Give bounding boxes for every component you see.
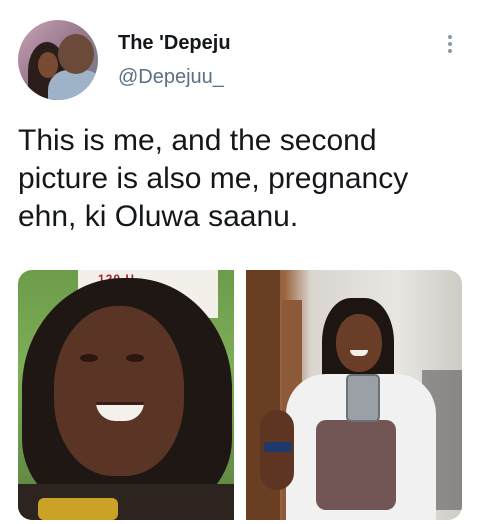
tweet-media: 120 H [18, 270, 462, 520]
more-options-icon[interactable] [440, 32, 460, 56]
tweet: The 'Depeju @Depejuu_ This is me, and th… [0, 0, 480, 524]
display-name[interactable]: The 'Depeju [118, 32, 231, 55]
tweet-photo-1[interactable]: 120 H [18, 270, 234, 520]
user-handle[interactable]: @Depejuu_ [118, 66, 224, 89]
tweet-photo-2[interactable] [246, 270, 462, 520]
avatar[interactable] [18, 20, 98, 100]
tweet-text: This is me, and the second picture is al… [18, 124, 409, 233]
